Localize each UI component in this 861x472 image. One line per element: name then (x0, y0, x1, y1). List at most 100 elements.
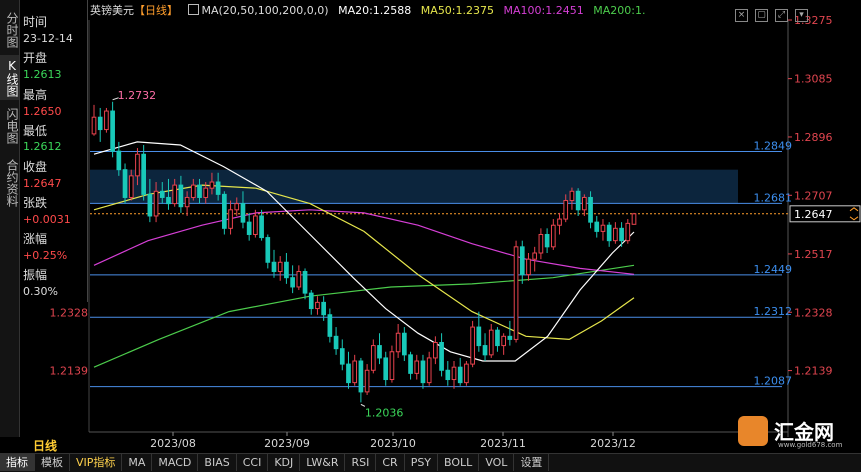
low-label: 最低 (23, 124, 48, 138)
tab-template[interactable]: 模板 (35, 454, 70, 471)
level-label: 1.2087 (754, 375, 793, 388)
tab-cr[interactable]: CR (376, 454, 405, 471)
candle-body (209, 181, 215, 189)
chart-title-bar: 英镑美元【日线】 MA(20,50,100,200,0,0) MA20:1.25… (90, 2, 651, 18)
candle-body (619, 227, 624, 242)
candle-body (178, 184, 184, 208)
candle-body (128, 175, 134, 198)
candle-body (190, 184, 196, 198)
tab-bias[interactable]: BIAS (198, 454, 237, 471)
candle-body (439, 342, 444, 371)
y-tick-label: 1.2328 (794, 306, 833, 319)
indicator-tabs: 指标 模板 VIP指标 MA MACD BIAS CCI KDJ LW&R RSI CR PSY BOL… (0, 453, 861, 472)
pct-value: +0.25% (23, 249, 68, 262)
candle-body (501, 335, 506, 347)
candle-body (420, 360, 426, 384)
candle-body (166, 196, 171, 205)
candle-body (569, 190, 575, 202)
period-tag: 【日线】 (134, 4, 178, 17)
candle-body (544, 233, 550, 248)
candle-body (215, 181, 221, 195)
y-tick-label: 1.2517 (794, 248, 833, 261)
low-annotation: 1.2036 (365, 406, 404, 419)
logo-url: www.gold678.com (778, 441, 843, 449)
candle-body (153, 190, 159, 217)
period-label[interactable]: 日线 (33, 437, 57, 454)
candle-body (302, 271, 308, 294)
candle-body (451, 366, 457, 381)
tab-rsi[interactable]: RSI (345, 454, 377, 471)
candle-body (445, 369, 451, 381)
candle-body (352, 360, 358, 384)
tab-kline[interactable]: K线图 (0, 55, 19, 100)
fullscreen-icon[interactable]: ⤢ (775, 9, 788, 22)
candle-body (377, 345, 382, 359)
candle-body (625, 222, 631, 242)
tab-time-share[interactable]: 分时图 (0, 6, 19, 53)
candle-body (532, 252, 538, 260)
tab-vip-indicators[interactable]: VIP指标 (70, 454, 123, 471)
ma-settings-icon[interactable] (187, 4, 199, 15)
y-tick-label: 1.2896 (794, 131, 833, 144)
left-price-label: 1.2139 (50, 365, 89, 378)
candle-body (426, 357, 432, 384)
candle-body (184, 196, 190, 208)
amp-label: 振幅 (23, 268, 48, 282)
close-icon[interactable]: × (735, 9, 748, 22)
level-label: 1.2449 (754, 263, 793, 276)
candle-body (104, 110, 109, 131)
candle-body (197, 184, 202, 198)
tab-flash-chart[interactable]: 闪电图 (0, 102, 19, 149)
left-price-label: 1.2328 (50, 306, 89, 319)
tab-vol[interactable]: VOL (479, 454, 515, 471)
candle-body (346, 363, 351, 384)
ma50-line (93, 184, 635, 341)
tab-psy[interactable]: PSY (405, 454, 439, 471)
candle-body (246, 221, 252, 235)
tab-cci[interactable]: CCI (237, 454, 269, 471)
tab-settings[interactable]: 设置 (514, 454, 550, 471)
candle-body (370, 345, 376, 371)
high-label: 最高 (23, 88, 48, 102)
logo: 汇金网 www.gold678.com (738, 414, 858, 452)
y-tick-label: 1.2707 (794, 189, 833, 202)
candle-body (476, 326, 482, 347)
tab-boll[interactable]: BOLL (438, 454, 480, 471)
candle-body (91, 116, 97, 135)
candle-body (141, 153, 146, 195)
tab-ma[interactable]: MA (122, 454, 153, 471)
candle-body (135, 153, 140, 177)
ohlc-info-panel: 时间 23-12-14 开盘 1.2613 最高 1.2650 最低 1.261… (21, 0, 88, 302)
candle-body (575, 190, 581, 211)
open-label: 开盘 (23, 51, 48, 65)
candle-body (240, 203, 246, 223)
amp-value: 0.30% (23, 285, 58, 298)
tab-lwr[interactable]: LW&R (300, 454, 346, 471)
open-value: 1.2613 (23, 68, 62, 81)
chevron-down-icon[interactable]: ▾ (795, 9, 808, 22)
candle-body (414, 360, 420, 374)
time-value: 23-12-14 (23, 32, 73, 45)
candle-body (296, 271, 302, 288)
candle-body (513, 246, 519, 340)
tab-indicators[interactable]: 指标 (0, 454, 35, 471)
candle-body (457, 366, 463, 384)
y-tick-label: 1.3085 (794, 73, 833, 86)
time-label: 时间 (23, 15, 48, 29)
price-chart: 1.28491.26811.24491.23121.20871.32751.30… (50, 14, 861, 450)
ma-params[interactable]: MA(20,50,100,200,0,0) (202, 4, 329, 17)
candle-body (116, 150, 122, 171)
tab-contract-info[interactable]: 合约资料 (0, 152, 19, 214)
tab-macd[interactable]: MACD (152, 454, 199, 471)
low-value: 1.2612 (23, 140, 62, 153)
symbol-name: 英镑美元 (90, 4, 134, 17)
candle-body (172, 184, 178, 205)
pct-label: 涨幅 (23, 232, 48, 246)
level-label: 1.2312 (754, 305, 793, 318)
candle-body (358, 360, 364, 393)
candle-body (234, 203, 240, 211)
candle-body (538, 233, 544, 254)
candle-body (271, 261, 277, 273)
expand-icon[interactable]: ▢ (755, 9, 768, 22)
tab-kdj[interactable]: KDJ (268, 454, 301, 471)
